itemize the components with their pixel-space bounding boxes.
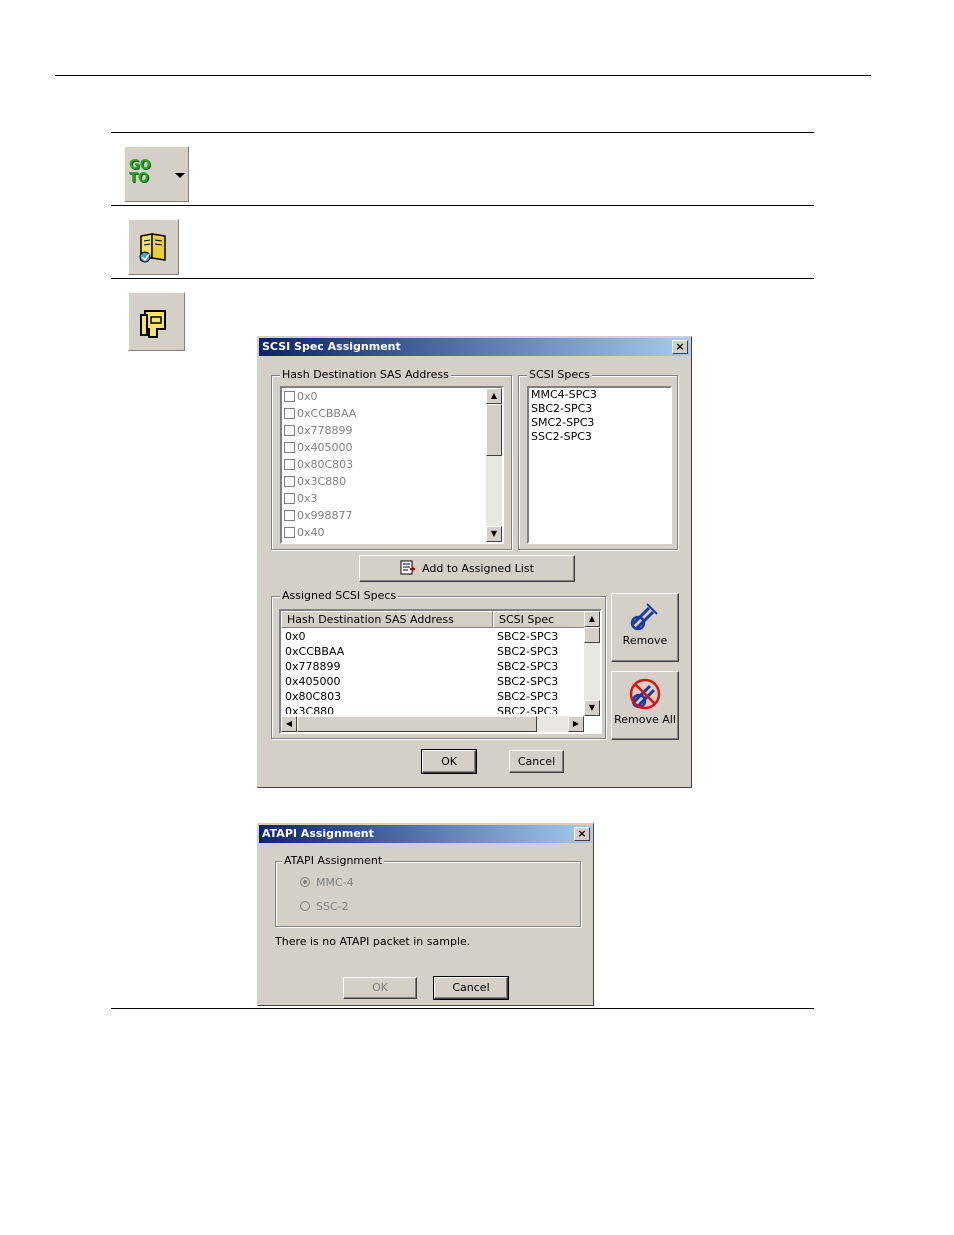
dialog-titlebar: ATAPI Assignment ×: [259, 825, 592, 843]
scroll-thumb-horizontal[interactable]: [297, 716, 537, 732]
assigned-specs-group: Assigned SCSI Specs Hash Destination SAS…: [271, 589, 606, 739]
cancel-button[interactable]: Cancel: [433, 976, 509, 1000]
scroll-right-icon[interactable]: ▶: [568, 716, 584, 732]
scroll-thumb[interactable]: [584, 627, 600, 643]
table-rule-2: [111, 205, 814, 206]
checkbox[interactable]: [284, 493, 295, 504]
list-item[interactable]: SMC2-SPC3: [531, 416, 594, 430]
remove-all-button[interactable]: Remove All: [611, 671, 679, 740]
list-item[interactable]: SBC2-SPC3: [531, 402, 592, 416]
checkbox[interactable]: [284, 527, 295, 538]
list-item[interactable]: MMC4-SPC3: [531, 388, 597, 402]
checkbox[interactable]: [284, 391, 295, 402]
list-item[interactable]: 0x3C880: [284, 473, 346, 490]
atapi-group: ATAPI Assignment MMC-4 SSC-2: [275, 854, 581, 927]
assigned-specs-table[interactable]: Hash Destination SAS Address SCSI Spec 0…: [279, 609, 602, 734]
list-item[interactable]: 0x998877: [284, 507, 353, 524]
ok-button[interactable]: OK: [421, 749, 477, 774]
radio-mmc4[interactable]: MMC-4: [300, 876, 354, 890]
scroll-down-icon[interactable]: ▼: [486, 526, 502, 542]
spec-assign-button[interactable]: [128, 292, 185, 351]
book-button[interactable]: [128, 219, 179, 275]
table-body: 0x0 SBC2-SPC3 0xCCBBAA SBC2-SPC3 0x778899 S…: [281, 628, 584, 714]
assigned-group-label: Assigned SCSI Specs: [280, 589, 399, 603]
goto-icon: GO TO: [129, 158, 151, 186]
scsi-specs-list[interactable]: MMC4-SPC3 SBC2-SPC3 SMC2-SPC3 SSC2-SPC3: [527, 386, 672, 544]
scroll-up-icon[interactable]: ▲: [584, 611, 600, 627]
radio-ssc2[interactable]: SSC-2: [300, 900, 349, 914]
book-icon: [139, 233, 166, 263]
list-item[interactable]: 0x40: [284, 524, 325, 541]
specs-group-label: SCSI Specs: [527, 368, 592, 382]
list-item[interactable]: 0x778899: [284, 422, 353, 439]
remove-icon: [630, 603, 658, 631]
column-header-address[interactable]: Hash Destination SAS Address: [281, 611, 493, 628]
scsi-specs-group: SCSI Specs MMC4-SPC3 SBC2-SPC3 SMC2-SPC3…: [518, 368, 678, 550]
checkbox[interactable]: [284, 459, 295, 470]
checkbox[interactable]: [284, 510, 295, 521]
scsi-spec-dialog: SCSI Spec Assignment × Hash Destination …: [257, 336, 692, 788]
scroll-down-icon[interactable]: ▼: [584, 700, 600, 716]
spec-assign-icon: [140, 310, 166, 338]
dropdown-arrow-icon: [175, 173, 185, 178]
top-rule: [55, 75, 871, 76]
list-item[interactable]: 0x0: [284, 388, 318, 405]
dialog-titlebar: SCSI Spec Assignment ×: [259, 338, 690, 356]
list-item[interactable]: 0x3: [284, 490, 318, 507]
add-to-assigned-button[interactable]: Add to Assigned List: [359, 555, 575, 582]
table-rule-1: [111, 132, 814, 133]
dialog-title: SCSI Spec Assignment: [262, 340, 401, 353]
hash-address-list[interactable]: 0x0 0xCCBBAA 0x778899 0x405000 0x80C803 …: [280, 386, 504, 544]
scroll-thumb[interactable]: [486, 404, 502, 456]
radio-selected-icon[interactable]: [300, 877, 310, 887]
table-rule-3: [111, 278, 814, 279]
close-icon[interactable]: ×: [574, 827, 590, 841]
list-item[interactable]: 0x405000: [284, 439, 353, 456]
scroll-left-icon[interactable]: ◀: [281, 716, 297, 732]
table-rule-bottom: [111, 1008, 814, 1009]
add-list-icon: [400, 560, 416, 575]
table-row[interactable]: 0xCCBBAA SBC2-SPC3: [283, 644, 583, 659]
checkbox[interactable]: [284, 408, 295, 419]
remove-all-icon: [629, 678, 661, 710]
checkbox[interactable]: [284, 425, 295, 436]
cancel-button[interactable]: Cancel: [509, 750, 564, 773]
ok-button[interactable]: OK: [343, 977, 417, 999]
table-row[interactable]: 0x405000 SBC2-SPC3: [283, 674, 583, 689]
atapi-assignment-dialog: ATAPI Assignment × ATAPI Assignment MMC-…: [257, 823, 594, 1006]
checkbox[interactable]: [284, 476, 295, 487]
horizontal-scrollbar[interactable]: ◀ ▶: [281, 716, 584, 732]
table-row[interactable]: 0x80C803 SBC2-SPC3: [283, 689, 583, 704]
table-row[interactable]: 0x0 SBC2-SPC3: [283, 629, 583, 644]
radio-icon[interactable]: [300, 901, 310, 911]
atapi-message: There is no ATAPI packet in sample.: [275, 935, 471, 948]
close-icon[interactable]: ×: [672, 340, 688, 354]
dialog-title: ATAPI Assignment: [262, 827, 374, 840]
remove-button[interactable]: Remove: [611, 593, 679, 662]
atapi-group-label: ATAPI Assignment: [282, 854, 385, 868]
table-row[interactable]: 0x3C880 SBC2-SPC3: [283, 704, 583, 714]
list-item[interactable]: SSC2-SPC3: [531, 430, 592, 444]
table-row[interactable]: 0x778899 SBC2-SPC3: [283, 659, 583, 674]
hash-address-group: Hash Destination SAS Address 0x0 0xCCBBA…: [271, 368, 512, 550]
vertical-scrollbar[interactable]: ▲ ▼: [486, 388, 502, 542]
goto-button[interactable]: GO TO: [124, 146, 189, 202]
list-item[interactable]: 0x80C803: [284, 456, 353, 473]
list-item[interactable]: 0xCCBBAA: [284, 405, 356, 422]
checkbox[interactable]: [284, 442, 295, 453]
column-header-spec[interactable]: SCSI Spec: [493, 611, 586, 628]
scroll-up-icon[interactable]: ▲: [486, 388, 502, 404]
vertical-scrollbar[interactable]: ▲ ▼: [584, 611, 600, 716]
hash-group-label: Hash Destination SAS Address: [280, 368, 451, 382]
